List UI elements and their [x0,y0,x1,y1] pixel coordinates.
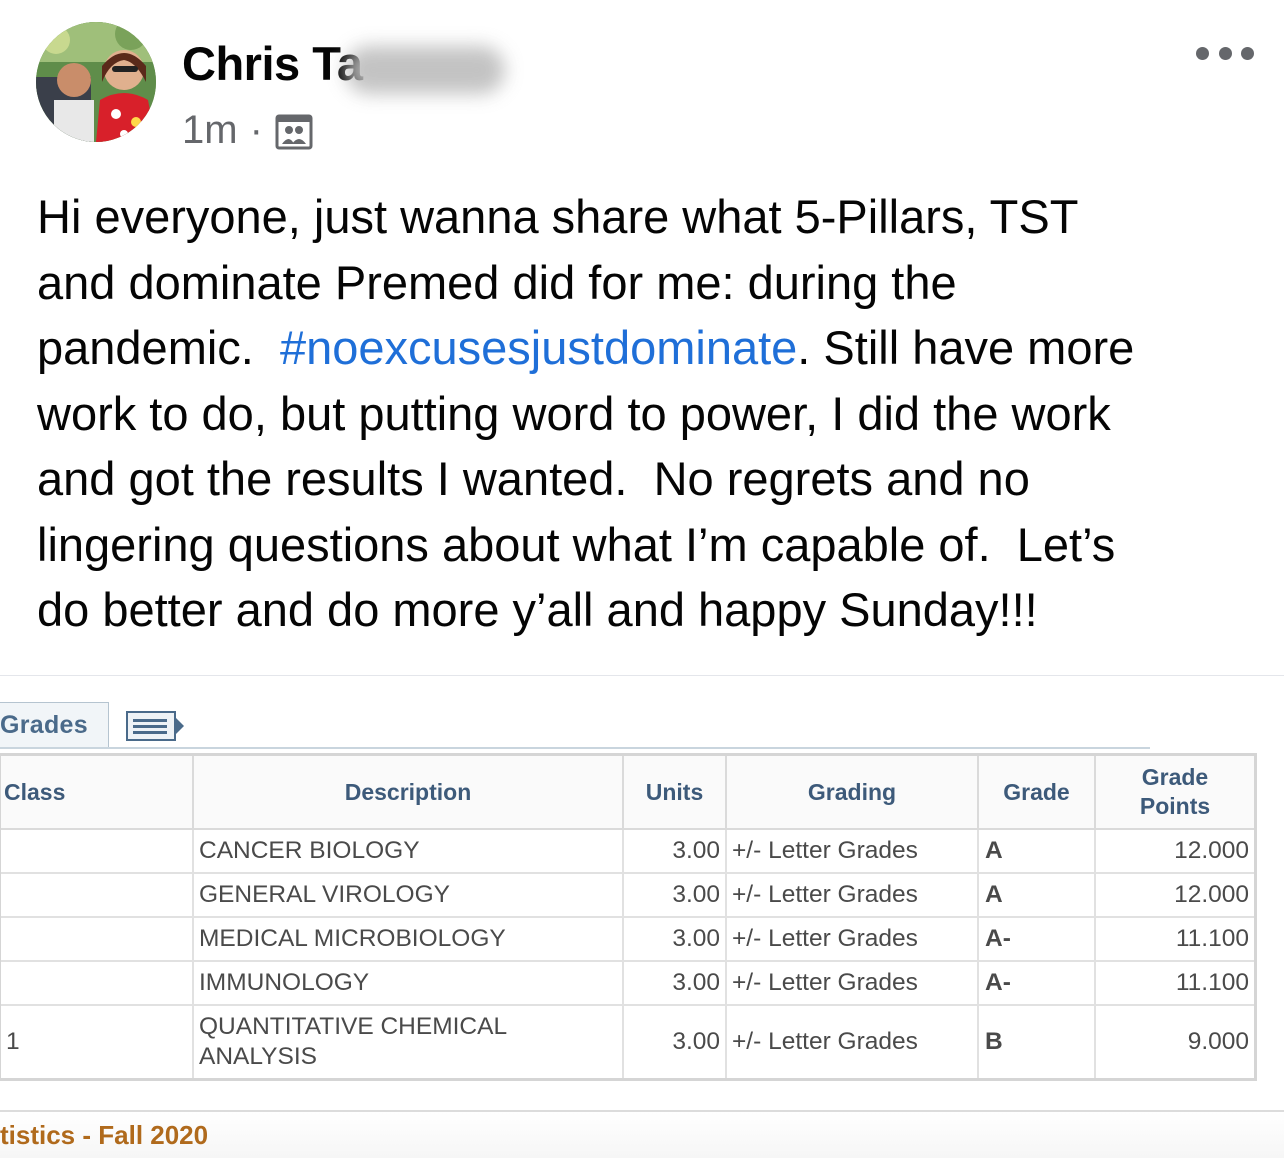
header-grade-points-line2: Points [1139,793,1211,819]
tab-grades[interactable]: Grades [0,702,109,749]
more-options-icon[interactable] [1196,38,1254,68]
post-line: do better and do more y’all and happy Su… [37,583,1038,636]
cell-units: 3.00 [622,872,727,918]
avatar-photo [36,22,156,142]
post-line: Hi everyone, just wanna share what 5-Pil… [37,190,1079,243]
cell-grade: A [977,828,1096,874]
post-timestamp[interactable]: 1m [182,108,238,153]
cell-class [0,916,194,962]
cell-description: CANCER BIOLOGY [192,828,624,874]
header-grade-points-line1: Grade [1141,764,1209,790]
author-avatar[interactable] [36,22,156,142]
post-line: pandemic. #noexcusesjustdominate. Still … [37,315,1267,381]
cell-grade: A [977,872,1096,918]
grades-screenshot[interactable]: Grades Class Description Units Grading G… [0,676,1284,1161]
cell-units: 3.00 [622,828,727,874]
cell-grading: +/- Letter Grades [725,828,979,874]
cell-grade: B [977,1004,1096,1081]
cell-description: GENERAL VIROLOGY [192,872,624,918]
post-body: Hi everyone, just wanna share what 5-Pil… [37,184,1267,643]
table-row: IMMUNOLOGY 3.00 +/- Letter Grades A- 11.… [0,960,1257,1006]
table-row: GENERAL VIROLOGY 3.00 +/- Letter Grades … [0,872,1257,918]
cell-grading: +/- Letter Grades [725,872,979,918]
name-redaction-blur [345,46,505,94]
post-line: work to do, but putting word to power, I… [37,386,1111,440]
cell-description: IMMUNOLOGY [192,960,624,1006]
cell-grade-points: 11.100 [1094,960,1257,1006]
more-dot [1218,46,1232,60]
post-meta: 1m · [182,108,313,153]
more-dot [1196,46,1209,60]
tab-grades-label: Grades [0,711,88,739]
cell-grading: +/- Letter Grades [725,960,979,1006]
post-line: and got the results I wanted. No regrets… [37,452,1030,505]
cell-description-line1: QUANTITATIVE CHEMICAL [199,1013,508,1040]
cell-class [0,828,194,874]
header-description[interactable]: Description [192,753,624,830]
post-text-fragment: . Still have more [797,321,1135,374]
term-statistics-bar[interactable]: tistics - Fall 2020 [0,1110,1284,1158]
group-audience-icon[interactable] [275,112,313,150]
cell-grading: +/- Letter Grades [725,916,979,962]
grid-view-icon[interactable] [126,710,186,744]
cell-units: 3.00 [622,916,727,962]
post-line: lingering questions about what I’m capab… [37,517,1116,571]
cell-class [0,960,194,1006]
cell-grade-points: 12.000 [1094,828,1257,874]
header-grade-points[interactable]: Grade Points [1094,753,1257,830]
post-line: and dominate Premed did for me: during t… [37,255,957,309]
cell-description-line2: ANALYSIS [199,1043,318,1070]
cell-description: MEDICAL MICROBIOLOGY [192,916,624,962]
cell-grade-points: 9.000 [1094,1004,1257,1081]
hashtag-link[interactable]: #noexcusesjustdominate [280,321,797,374]
cell-grade: A- [977,916,1096,962]
cell-class [0,872,194,918]
cell-grading: +/- Letter Grades [725,1004,979,1081]
cell-units: 3.00 [622,1004,727,1081]
cell-units: 3.00 [622,960,727,1006]
cell-description: QUANTITATIVE CHEMICAL ANALYSIS [192,1004,624,1081]
more-dot [1241,46,1254,60]
cell-class: 1 [0,1004,194,1081]
post-header: Chris Ta 1m · [0,0,1284,170]
post-text-fragment: pandemic. [37,321,280,374]
table-row: 1 QUANTITATIVE CHEMICAL ANALYSIS 3.00 +/-… [0,1004,1257,1081]
table-row: MEDICAL MICROBIOLOGY 3.00 +/- Letter Gra… [0,916,1257,962]
author-name[interactable]: Chris Ta [182,36,363,91]
cell-grade-points: 12.000 [1094,872,1257,918]
header-grading[interactable]: Grading [725,753,979,830]
cell-grade: A- [977,960,1096,1006]
tab-underline [0,747,1150,749]
table-header-row: Class Description Units Grading Grade Gr… [0,753,1257,830]
header-units[interactable]: Units [622,753,727,830]
meta-separator: · [249,108,263,152]
table-row: CANCER BIOLOGY 3.00 +/- Letter Grades A … [0,828,1257,874]
header-grade[interactable]: Grade [977,753,1096,830]
term-statistics-label: tistics - Fall 2020 [0,1120,209,1150]
grades-table: Class Description Units Grading Grade Gr… [0,753,1257,1081]
cell-grade-points: 11.100 [1094,916,1257,962]
header-class[interactable]: Class [0,753,194,830]
